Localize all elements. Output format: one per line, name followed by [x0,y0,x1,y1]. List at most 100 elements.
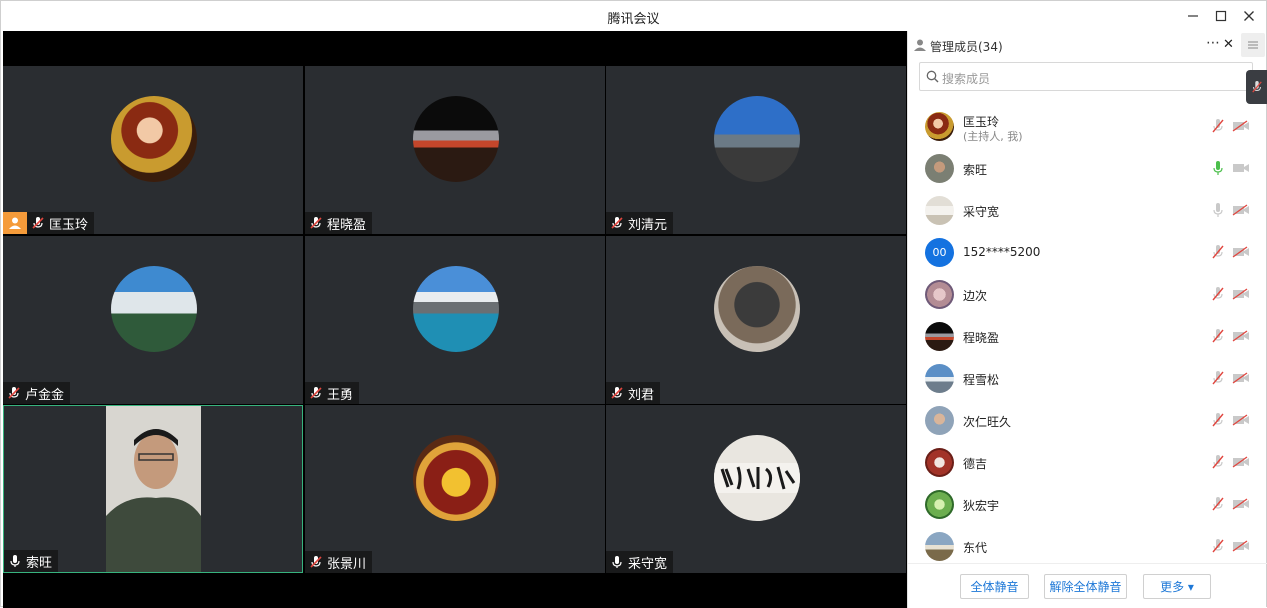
camera-off-icon[interactable] [1232,120,1250,132]
avatar [925,490,954,519]
mic-muted-icon [310,217,322,229]
camera-off-icon[interactable] [1232,372,1250,384]
maximize-button[interactable] [1210,6,1232,26]
member-row[interactable]: 东代 [908,525,1267,563]
app-window: 腾讯会议 匡玉玲 程晓盈 刘清元 卢金金 王勇 刘君 索旺 张景川 采守宽 管理… [0,0,1267,608]
mute-all-button[interactable]: 全体静音 [960,574,1029,599]
avatar [714,435,800,521]
members-icon [914,39,926,51]
close-panel-button[interactable]: ✕ [1223,37,1234,52]
member-row[interactable]: 程晓盈 [908,315,1267,357]
mic-muted-icon[interactable] [1211,328,1225,344]
member-row[interactable]: 德吉 [908,441,1267,483]
avatar [925,532,954,561]
camera-off-icon[interactable] [1232,456,1250,468]
participant-name: 索旺 [26,555,53,571]
mic-muted-icon [310,387,322,399]
search-placeholder: 搜索成员 [942,72,991,86]
side-toggle-tab[interactable] [1246,70,1267,104]
mic-active-icon[interactable] [1211,160,1225,176]
video-tile[interactable]: 匡玉玲 [3,66,303,234]
video-tile[interactable]: 王勇 [305,236,605,404]
mic-muted-icon[interactable] [1211,538,1225,554]
participant-name: 王勇 [327,387,354,403]
search-member-input[interactable]: 搜索成员 [919,62,1253,91]
member-row[interactable]: 边次 [908,273,1267,315]
mic-muted-icon[interactable] [1211,412,1225,428]
mic-muted-icon[interactable] [1211,286,1225,302]
avatar [925,364,954,393]
avatar [111,266,197,352]
participant-name: 程晓盈 [327,217,367,233]
camera-off-icon[interactable] [1232,246,1250,258]
participant-name: 刘清元 [628,217,668,233]
minimize-icon [1188,15,1198,17]
mic-icon [612,556,622,568]
panel-header: 管理成员(34) ⋯ ✕ [908,31,1267,59]
more-button[interactable]: 更多 ▾ [1143,574,1211,599]
member-name: 采守宽 [963,205,1000,219]
titlebar: 腾讯会议 [1,1,1266,31]
member-row[interactable]: 程雪松 [908,357,1267,399]
video-tile[interactable]: 刘君 [606,236,906,404]
participant-name: 卢金金 [25,387,65,403]
avatar [925,112,954,141]
avatar [413,96,499,182]
mic-muted-icon[interactable] [1211,496,1225,512]
mic-muted-icon[interactable] [1211,244,1225,260]
mic-muted-icon [8,387,20,399]
mic-muted-icon [32,217,44,229]
camera-off-icon[interactable] [1232,540,1250,552]
member-row[interactable]: 采守宽 [908,189,1267,231]
camera-off-icon[interactable] [1232,330,1250,342]
maximize-icon [1215,10,1227,22]
camera-off-icon[interactable] [1232,414,1250,426]
camera-off-icon[interactable] [1232,204,1250,216]
member-name: 程晓盈 [963,331,1000,345]
avatar [413,266,499,352]
video-tile[interactable]: 张景川 [305,405,605,573]
member-name: 152****5200 [963,245,1041,259]
name-tag: 王勇 [305,382,360,404]
member-row[interactable]: 次仁旺久 [908,399,1267,441]
person-video-image [106,406,201,572]
avatar [714,266,800,352]
member-row[interactable]: 00 152****5200 [908,231,1267,273]
mic-muted-icon[interactable] [1211,118,1225,134]
video-tile-active-speaker[interactable]: 索旺 [3,405,303,573]
video-tile[interactable]: 采守宽 [606,405,906,573]
user-icon [9,217,21,229]
name-tag: 程晓盈 [305,212,373,234]
search-icon [926,70,939,83]
video-tile[interactable]: 程晓盈 [305,66,605,234]
minimize-button[interactable] [1182,6,1204,26]
member-row[interactable]: 匡玉玲 (主持人, 我) [908,105,1267,147]
participant-name: 张景川 [327,556,367,572]
avatar-initials: 00 [932,246,947,259]
mic-muted-icon[interactable] [1211,454,1225,470]
avatar [413,435,499,521]
avatar [714,96,800,182]
participant-name: 采守宽 [628,556,668,572]
member-list: 匡玉玲 (主持人, 我) 索旺 采守宽 00 152****5200 边次 程晓… [908,105,1267,563]
camera-off-icon[interactable] [1232,498,1250,510]
avatar [925,154,954,183]
more-options-button[interactable]: ⋯ [1206,35,1220,51]
member-row[interactable]: 狄宏宇 [908,483,1267,525]
member-name: 边次 [963,289,988,303]
panel-menu-button[interactable] [1241,33,1265,57]
mic-muted-icon[interactable] [1211,370,1225,386]
host-badge [3,212,27,234]
camera-off-icon[interactable] [1232,288,1250,300]
camera-icon[interactable] [1232,162,1250,174]
member-row[interactable]: 索旺 [908,147,1267,189]
name-tag: 卢金金 [3,382,71,404]
mic-icon[interactable] [1211,202,1225,218]
video-tile[interactable]: 卢金金 [3,236,303,404]
name-tag: 索旺 [4,550,59,572]
name-tag: 张景川 [305,551,373,573]
close-window-button[interactable] [1238,6,1260,26]
unmute-all-button[interactable]: 解除全体静音 [1044,574,1127,599]
mic-icon [10,555,20,567]
video-tile[interactable]: 刘清元 [606,66,906,234]
